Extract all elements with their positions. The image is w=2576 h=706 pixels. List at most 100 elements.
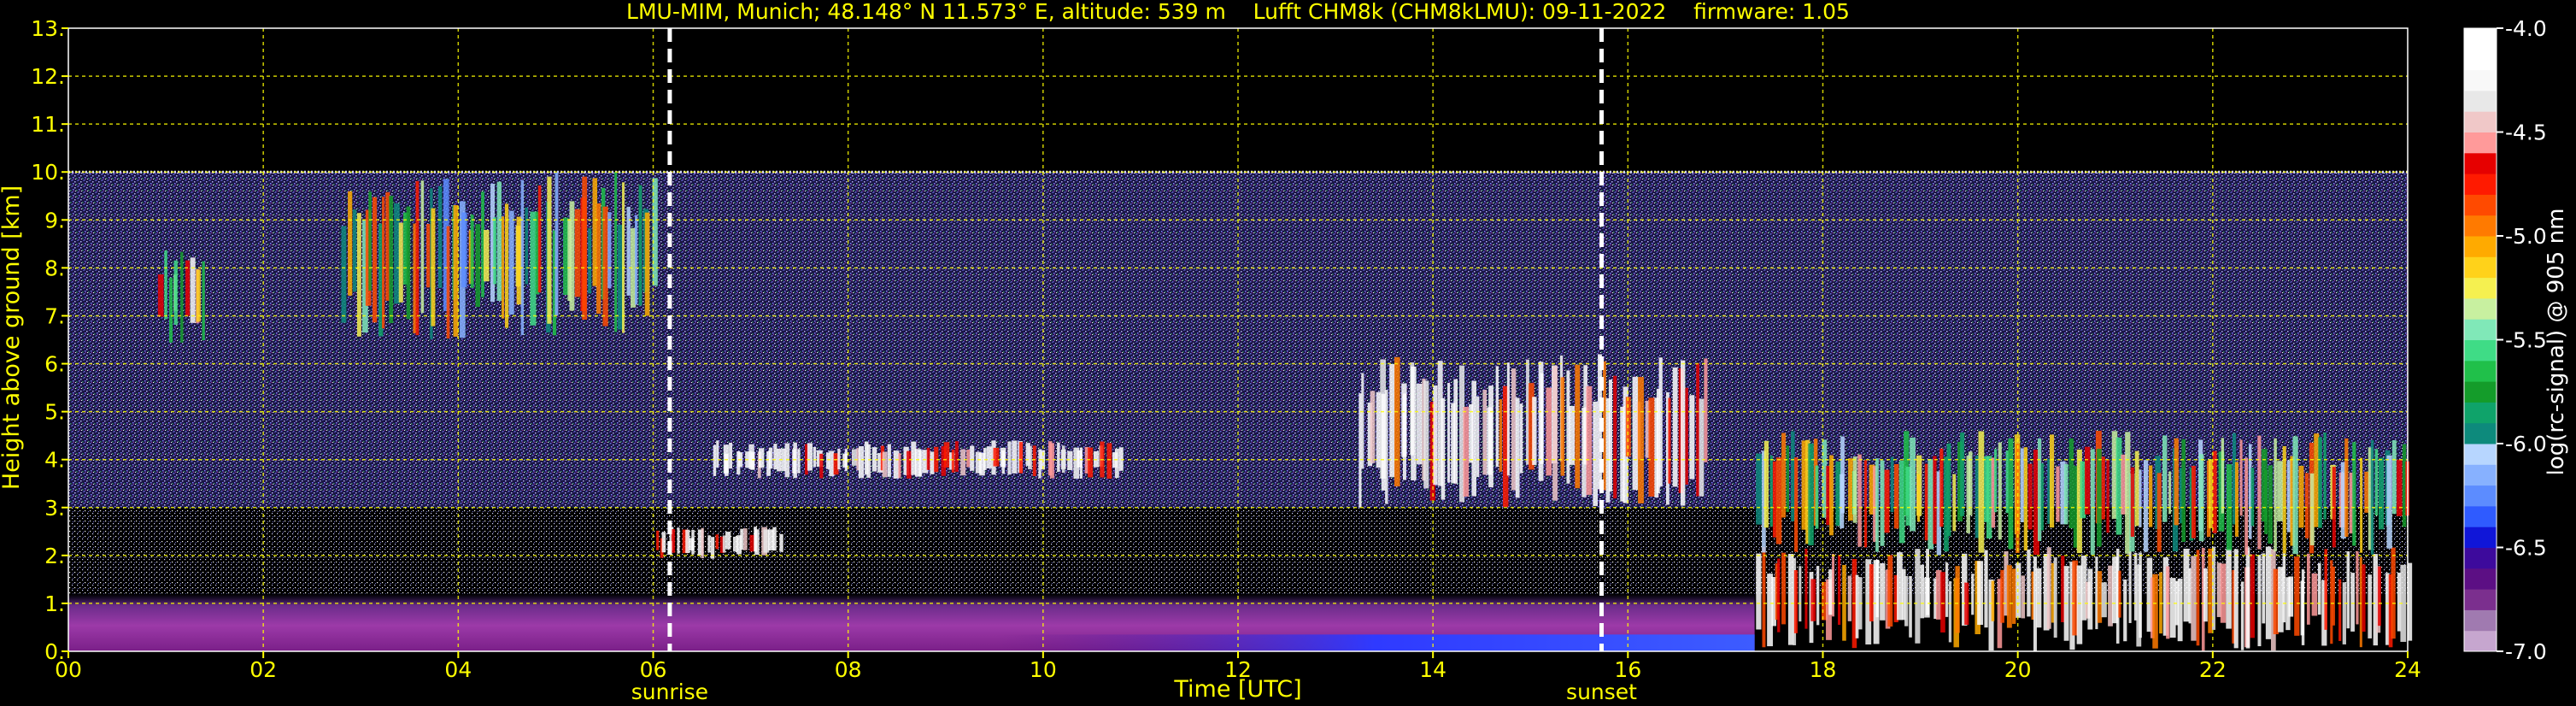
colorbar-segment [2464, 215, 2497, 237]
feature-cell [406, 206, 411, 320]
feature-cell [2282, 553, 2286, 623]
feature-cell [1018, 442, 1024, 474]
feature-cell [547, 176, 552, 324]
feature-cell [1977, 561, 1984, 626]
feature-cell [701, 527, 704, 559]
feature-cell [2097, 571, 2103, 623]
colorbar-segment [2464, 422, 2497, 444]
feature-cell [1816, 566, 1820, 626]
feature-cell [1032, 445, 1036, 477]
feature-cell [1552, 366, 1558, 501]
feature-cell [493, 217, 497, 285]
feature-cell [2233, 549, 2239, 649]
feature-cell [754, 529, 760, 556]
feature-cell [750, 451, 755, 470]
feature-cell [1939, 448, 1944, 527]
feature-cell [1984, 550, 1988, 628]
feature-cell [2344, 438, 2349, 538]
feature-cell [1968, 451, 1973, 515]
feature-cell [1704, 358, 1708, 462]
feature-cell [2085, 446, 2091, 515]
feature-cell [1772, 461, 1777, 538]
x-tick-label: 24 [2394, 657, 2421, 682]
feature-cell [1447, 382, 1451, 483]
y-tick-label: 5. [44, 400, 65, 425]
feature-cell [496, 181, 502, 301]
feature-cell [1946, 443, 1951, 537]
y-tick-label: 7. [44, 303, 65, 328]
feature-cell [2152, 574, 2158, 649]
feature-cell [352, 209, 357, 292]
feature-cell [2298, 466, 2304, 528]
feature-cell [1681, 360, 1686, 506]
feature-cell [1978, 431, 1985, 553]
feature-cell [2040, 463, 2044, 531]
feature-cell [644, 212, 650, 316]
feature-cell [1869, 564, 1875, 621]
feature-cell [2027, 463, 2033, 530]
feature-cell [2257, 435, 2262, 550]
feature-cell [164, 250, 167, 320]
feature-cell [2097, 449, 2102, 547]
feature-cell [707, 535, 711, 553]
colorbar-segment [2464, 589, 2497, 610]
feature-cell [2360, 457, 2363, 553]
feature-cell [1358, 393, 1362, 508]
feature-cell [2033, 556, 2037, 651]
feature-cell [2177, 579, 2183, 642]
feature-cell [2049, 434, 2055, 528]
feature-cell [453, 205, 459, 337]
feature-cell [2301, 569, 2305, 645]
feature-cell [1897, 552, 1903, 621]
feature-cell [1511, 368, 1517, 491]
y-tick-label: 4. [44, 448, 65, 473]
feature-cell [1986, 456, 1992, 539]
feature-cell [1794, 457, 1799, 552]
feature-cell [2166, 566, 2170, 639]
feature-cell [1815, 465, 1819, 529]
feature-cell [1762, 547, 1766, 648]
colorbar-segment [2464, 90, 2497, 112]
feature-cell [2046, 547, 2051, 629]
feature-cell [1575, 364, 1581, 489]
feature-cell [2352, 442, 2356, 546]
feature-cell [2008, 438, 2014, 550]
feature-cell [1916, 474, 1921, 522]
feature-cell [2000, 569, 2005, 623]
feature-cell [1848, 458, 1853, 521]
feature-cell [1852, 456, 1857, 523]
feature-cell [2268, 465, 2273, 544]
x-axis-label: Time [UTC] [1173, 676, 1301, 703]
feature-cell [2250, 554, 2255, 638]
y-tick-label: 10. [31, 160, 65, 185]
colorbar-segment [2464, 339, 2497, 362]
feature-cell [602, 206, 608, 327]
feature-cell [2265, 546, 2272, 639]
feature-cell [715, 534, 719, 550]
feature-cell [1001, 450, 1005, 474]
feature-cell [2181, 438, 2186, 543]
feature-cell [372, 197, 378, 323]
colorbar-tick-label: -4.5 [2505, 121, 2547, 145]
feature-cell [368, 191, 372, 291]
feature-cell [729, 442, 733, 469]
feature-cell [671, 529, 676, 553]
feature-cell [2108, 565, 2113, 627]
feature-cell [819, 453, 824, 479]
feature-cell [1857, 454, 1862, 547]
y-tick-label: 13. [31, 16, 65, 41]
feature-cell [1416, 383, 1423, 465]
feature-cell [1924, 463, 1928, 541]
feature-cell [185, 260, 191, 316]
feature-cell [413, 223, 416, 333]
chart-title: LMU-MIM, Munich; 48.148° N 11.573° E, al… [626, 0, 1850, 24]
feature-cell [1088, 447, 1094, 478]
feature-cell [2257, 555, 2262, 647]
feature-cell [2156, 473, 2162, 552]
feature-cell [1608, 379, 1613, 492]
feature-cell [555, 172, 559, 316]
colorbar-segment [2464, 505, 2497, 527]
feature-cell [893, 450, 900, 479]
feature-cell [779, 533, 783, 552]
feature-cell [2274, 438, 2277, 552]
